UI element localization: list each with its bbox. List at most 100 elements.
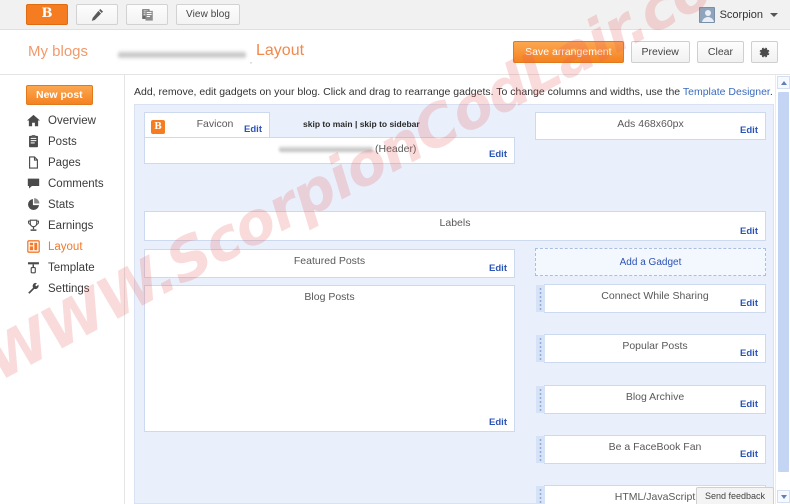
sidebar-item-comments[interactable]: Comments — [0, 173, 125, 194]
scroll-down-button[interactable] — [777, 490, 790, 503]
main-content: Add, remove, edit gadgets on your blog. … — [125, 75, 782, 504]
gadget-title: Labels — [439, 217, 471, 229]
edit-link[interactable]: Edit — [489, 417, 507, 428]
drag-handle[interactable] — [536, 335, 545, 362]
edit-link[interactable]: Edit — [244, 124, 262, 135]
blogger-layout-page: B View blog Scorpion My blogs · Layout S… — [0, 0, 790, 504]
stats-icon — [28, 198, 40, 210]
gear-icon — [759, 47, 770, 57]
drag-handle[interactable] — [536, 436, 545, 463]
layout-canvas: B Favicon Edit skip to main | skip to si… — [134, 104, 774, 504]
sidebar-item-overview[interactable]: Overview — [0, 110, 125, 131]
sidebar-item-label: Comments — [48, 177, 104, 190]
sidebar-item-label: Settings — [48, 282, 90, 295]
help-text-before: Add, remove, edit gadgets on your blog. … — [134, 86, 683, 98]
gadget-connect-while-sharing[interactable]: Connect While Sharing Edit — [536, 284, 766, 313]
top-bar: B View blog Scorpion — [0, 0, 790, 30]
chevron-down-icon — [770, 13, 778, 17]
drag-handle[interactable] — [536, 285, 545, 312]
sidebar-item-label: Template — [48, 261, 95, 274]
manage-pages-button[interactable] — [126, 4, 168, 25]
scrollbar-thumb[interactable] — [778, 92, 789, 472]
drag-handle[interactable] — [536, 486, 545, 504]
edit-link[interactable]: Edit — [740, 226, 758, 237]
edit-link[interactable]: Edit — [740, 399, 758, 410]
gadget-ads[interactable]: Ads 468x60px Edit — [535, 112, 766, 140]
gadget-labels[interactable]: Labels Edit — [144, 211, 766, 241]
sidebar-item-label: Layout — [48, 240, 83, 253]
gadget-favicon[interactable]: B Favicon Edit — [144, 112, 270, 139]
save-arrangement-button[interactable]: Save arrangement — [513, 41, 624, 63]
chevron-down-icon — [780, 494, 787, 499]
edit-link[interactable]: Edit — [740, 449, 758, 460]
edit-link[interactable]: Edit — [740, 298, 758, 309]
earnings-icon — [27, 219, 40, 231]
page-title: Layout — [256, 42, 305, 59]
sidebar-item-template[interactable]: Template — [0, 257, 125, 278]
gadget-title: Popular Posts — [622, 340, 688, 352]
blogger-logo: B — [41, 6, 53, 21]
help-text: Add, remove, edit gadgets on your blog. … — [134, 86, 773, 98]
avatar — [698, 7, 715, 23]
breadcrumb-my-blogs[interactable]: My blogs — [28, 43, 88, 60]
edit-link[interactable]: Edit — [740, 125, 758, 136]
gadget-title: Ads 468x60px — [617, 118, 684, 130]
gadget-title: Connect While Sharing — [601, 290, 709, 302]
edit-link[interactable]: Edit — [740, 348, 758, 359]
gadget-title: Be a FaceBook Fan — [608, 441, 702, 453]
gadget-blog-posts[interactable]: Blog Posts Edit — [144, 285, 515, 432]
action-buttons: Save arrangement Preview Clear — [513, 41, 778, 63]
header-skip-links: skip to main | skip to sidebar — [303, 119, 420, 129]
gadget-featured-posts[interactable]: Featured Posts Edit — [144, 249, 515, 278]
gadget-blog-archive[interactable]: Blog Archive Edit — [536, 385, 766, 414]
gadget-title: (Header) — [375, 143, 417, 155]
vertical-scrollbar[interactable] — [775, 75, 790, 504]
view-blog-button[interactable]: View blog — [176, 4, 241, 25]
gadget-title: Blog Posts — [304, 291, 355, 303]
sidebar-item-layout[interactable]: Layout — [0, 236, 125, 257]
header-blog-name-redacted — [279, 145, 373, 153]
gadget-be-a-facebook-fan[interactable]: Be a FaceBook Fan Edit — [536, 435, 766, 464]
template-designer-link[interactable]: Template Designer — [683, 86, 770, 98]
new-post-pencil-button[interactable] — [76, 4, 118, 25]
sidebar-item-label: Posts — [48, 135, 77, 148]
user-menu[interactable]: Scorpion — [698, 0, 778, 30]
gadget-title: Featured Posts — [293, 255, 366, 267]
edit-link[interactable]: Edit — [489, 149, 507, 160]
blogger-logo-button[interactable]: B — [26, 4, 68, 25]
settings-icon — [28, 282, 39, 294]
sidebar-item-pages[interactable]: Pages — [0, 152, 125, 173]
template-icon — [27, 262, 39, 274]
sidebar-item-label: Pages — [48, 156, 81, 169]
sidebar-item-label: Earnings — [48, 219, 94, 232]
drag-handle[interactable] — [536, 386, 545, 413]
breadcrumb-bar: My blogs · Layout Save arrangement Previ… — [0, 30, 790, 75]
preview-button[interactable]: Preview — [630, 41, 690, 63]
breadcrumb-separator: · — [249, 55, 253, 69]
gadget-title: Blog Archive — [625, 391, 685, 403]
gadget-header[interactable]: (Header) Edit — [144, 137, 515, 164]
pages-icon — [29, 156, 38, 169]
settings-gear-button[interactable] — [751, 41, 778, 63]
sidebar-item-stats[interactable]: Stats — [0, 194, 125, 215]
sidebar-item-label: Overview — [48, 114, 96, 127]
sidebar-item-posts[interactable]: Posts — [0, 131, 125, 152]
sidebar: New post Overview Posts Pages Comments S… — [0, 75, 125, 504]
layout-icon — [27, 240, 40, 253]
chevron-up-icon — [780, 80, 787, 85]
add-a-gadget-button[interactable]: Add a Gadget — [535, 248, 766, 276]
sidebar-item-earnings[interactable]: Earnings — [0, 215, 125, 236]
posts-icon — [29, 135, 38, 148]
scroll-up-button[interactable] — [777, 76, 790, 89]
help-text-after: . — [769, 86, 773, 98]
clear-button[interactable]: Clear — [696, 41, 744, 63]
pages-icon — [141, 9, 153, 21]
pencil-icon — [91, 8, 103, 21]
send-feedback-button[interactable]: Send feedback — [695, 487, 774, 504]
new-post-button[interactable]: New post — [26, 85, 93, 105]
sidebar-item-settings[interactable]: Settings — [0, 278, 125, 299]
gadget-popular-posts[interactable]: Popular Posts Edit — [536, 334, 766, 363]
comments-icon — [27, 178, 40, 189]
edit-link[interactable]: Edit — [489, 263, 507, 274]
user-name: Scorpion — [719, 9, 763, 21]
